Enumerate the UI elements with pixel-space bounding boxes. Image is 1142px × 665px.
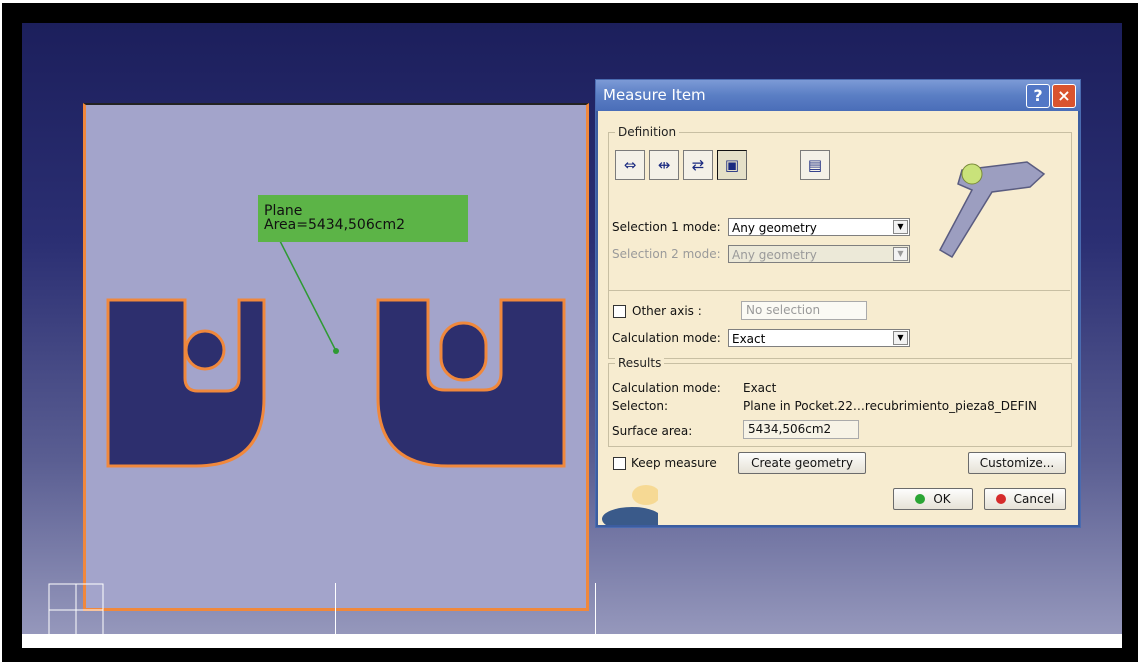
left-hole bbox=[184, 329, 226, 371]
definition-group-title: Definition bbox=[615, 125, 680, 139]
selection2-value: Any geometry bbox=[732, 248, 817, 262]
create-geometry-button[interactable]: Create geometry bbox=[738, 452, 866, 474]
results-group-title: Results bbox=[615, 356, 665, 370]
measure-between-icon[interactable]: ⇔ bbox=[615, 150, 645, 180]
axis-line bbox=[595, 583, 596, 638]
measure-item-dialog: Measure Item ? × Definition ⇔ ⇹ ⇄ ▣ ▤ Se… bbox=[595, 79, 1081, 528]
selection2-label: Selection 2 mode: bbox=[612, 247, 721, 261]
selection2-combo[interactable]: Any geometry ▼ bbox=[728, 245, 910, 263]
result-calc-mode-value: Exact bbox=[743, 381, 777, 395]
chevron-down-icon[interactable]: ▼ bbox=[893, 247, 908, 261]
calc-mode-combo[interactable]: Exact ▼ bbox=[728, 329, 910, 347]
chevron-down-icon[interactable]: ▼ bbox=[893, 331, 908, 345]
measure-annotation[interactable]: Plane Area=5434,506cm2 bbox=[258, 195, 468, 242]
selection1-label: Selection 1 mode: bbox=[612, 220, 721, 234]
ok-label: OK bbox=[933, 492, 951, 506]
chevron-down-icon[interactable]: ▼ bbox=[893, 220, 908, 234]
close-button[interactable]: × bbox=[1052, 84, 1076, 108]
other-axis-label: Other axis : bbox=[632, 304, 702, 318]
annotation-line2: Area=5434,506cm2 bbox=[264, 217, 405, 233]
viewport-bottom-strip bbox=[22, 634, 1122, 648]
right-slot bbox=[439, 321, 488, 382]
annotation-leader bbox=[279, 240, 337, 352]
annotation-point bbox=[333, 348, 339, 354]
calc-mode-value: Exact bbox=[732, 332, 766, 346]
measure-between-fan-icon[interactable]: ⇄ bbox=[683, 150, 713, 180]
selection1-value: Any geometry bbox=[732, 221, 817, 235]
annotation-line1: Plane bbox=[264, 203, 303, 219]
cancel-button[interactable]: Cancel bbox=[984, 488, 1066, 510]
calc-mode-label: Calculation mode: bbox=[612, 331, 721, 345]
compass-icon[interactable] bbox=[48, 583, 104, 637]
result-selection-value: Plane in Pocket.22…recubrimiento_pieza8_… bbox=[743, 399, 1037, 413]
other-axis-checkbox[interactable] bbox=[613, 305, 626, 318]
keep-measure-label: Keep measure bbox=[631, 456, 717, 470]
axis-line bbox=[335, 583, 336, 638]
customize-button[interactable]: Customize... bbox=[968, 452, 1066, 474]
cancel-icon bbox=[995, 494, 1006, 504]
measure-between-chain-icon[interactable]: ⇹ bbox=[649, 150, 679, 180]
caliper-icon bbox=[938, 161, 1046, 259]
left-u-pocket bbox=[106, 298, 266, 468]
keep-measure-checkbox[interactable] bbox=[613, 457, 626, 470]
cancel-label: Cancel bbox=[1013, 492, 1055, 506]
dialog-title: Measure Item bbox=[603, 86, 706, 104]
result-selection-label: Selecton: bbox=[612, 399, 669, 413]
ok-button[interactable]: OK bbox=[893, 488, 973, 510]
help-button[interactable]: ? bbox=[1026, 84, 1050, 108]
surface-area-field[interactable]: 5434,506cm2 bbox=[743, 420, 859, 439]
ok-icon bbox=[915, 494, 926, 504]
other-axis-field[interactable]: No selection bbox=[741, 301, 867, 320]
result-calc-mode-label: Calculation mode: bbox=[612, 381, 721, 395]
measure-item-icon[interactable]: ▣ bbox=[717, 150, 747, 180]
result-surface-area-label: Surface area: bbox=[612, 424, 693, 438]
separator bbox=[608, 290, 1070, 291]
selection1-combo[interactable]: Any geometry ▼ bbox=[728, 218, 910, 236]
measure-thickness-icon[interactable]: ▤ bbox=[800, 150, 830, 180]
globe-logo-icon bbox=[602, 485, 658, 525]
dialog-titlebar[interactable]: Measure Item ? × bbox=[596, 80, 1080, 111]
